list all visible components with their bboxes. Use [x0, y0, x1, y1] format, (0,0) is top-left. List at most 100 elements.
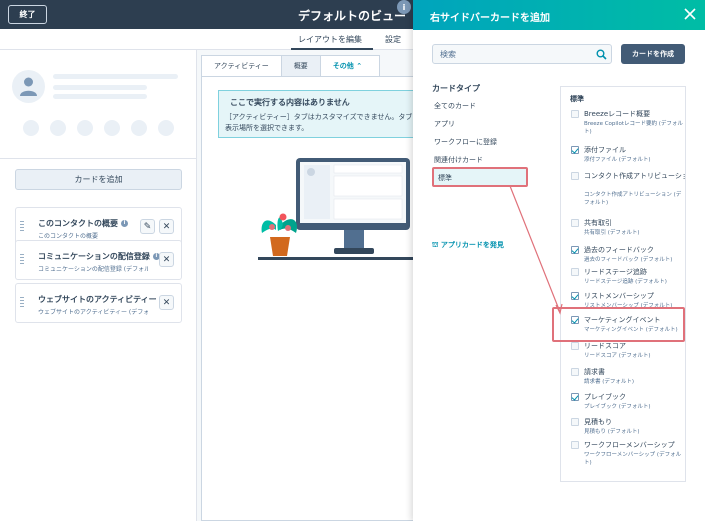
placeholder-action-icon	[131, 120, 147, 136]
category-heading: カードタイプ	[432, 84, 480, 93]
item-checkbox[interactable]	[571, 292, 579, 300]
placeholder-action-icon	[50, 120, 66, 136]
item-checkbox[interactable]	[571, 441, 579, 449]
info-icon: i	[121, 220, 128, 227]
item-name: ワークフローメンバーシップ	[584, 441, 675, 449]
category-association[interactable]: 関連付けカード	[434, 155, 483, 165]
item-description: 過去のフィードバック (デフォルト)	[584, 257, 673, 263]
item-description: リードステージ追跡 (デフォルト)	[584, 279, 667, 285]
tab-more[interactable]: その他 ⌃	[319, 55, 380, 77]
card-subtitle: このコンタクトの概要	[38, 233, 99, 240]
card-subtitle: ウェブサイトのアクティビティー (デフォ...	[38, 309, 148, 316]
item-name: 過去のフィードバック	[584, 246, 654, 254]
placeholder-action-icon	[77, 120, 93, 136]
card-list: 標準 Breezeレコード概要 Breeze Copilotレコード要約 (デフォ…	[560, 86, 686, 482]
view-title: デフォルトのビュー	[298, 9, 407, 23]
edit-icon[interactable]: ✎	[140, 219, 155, 234]
placeholder-line	[53, 85, 147, 90]
item-description: 請求書 (デフォルト)	[584, 379, 635, 385]
drag-handle-icon[interactable]	[20, 297, 24, 309]
item-description: リードスコア (デフォルト)	[584, 353, 651, 359]
placeholder-action-icon	[158, 120, 174, 136]
center-column: アクティビティー 概要 その他 ⌃ ここで実行する内容はありません ［アクティビ…	[197, 50, 419, 521]
create-card-button[interactable]: カードを作成	[621, 44, 685, 64]
card-title: ウェブサイトのアクティビティーi	[38, 294, 167, 305]
item-checkbox[interactable]	[571, 342, 579, 350]
item-checkbox[interactable]	[571, 393, 579, 401]
item-name: Breezeレコード概要	[584, 110, 651, 118]
item-checkbox[interactable]	[571, 146, 579, 154]
chevron-down-icon: ⌃	[356, 62, 363, 70]
card-title: コミュニケーションの配信登録 i	[38, 251, 160, 262]
tab-overview[interactable]: 概要	[280, 55, 321, 77]
notice-body: ［アクティビティー］タブはカスタマイズできません。タブを	[225, 113, 420, 121]
remove-icon[interactable]: ✕	[159, 295, 174, 310]
search-input[interactable]	[433, 45, 583, 63]
info-avatar-icon[interactable]: i	[397, 0, 411, 14]
placeholder-line	[53, 94, 147, 99]
category-standard-label: 標準	[438, 174, 452, 182]
discover-app-cards-label: アプリカードを発見	[440, 241, 504, 249]
tab-panel: ここで実行する内容はありません ［アクティビティー］タブはカスタマイズできません…	[201, 76, 419, 521]
notice-title: ここで実行する内容はありません	[230, 98, 350, 107]
category-standard[interactable]: 標準	[432, 167, 528, 187]
item-name: リードスコア	[584, 342, 626, 350]
item-name: リストメンバーシップ	[584, 292, 654, 300]
divider	[0, 158, 197, 159]
item-description: 添付ファイル (デフォルト)	[584, 157, 651, 163]
drag-handle-icon[interactable]	[20, 221, 24, 233]
item-checkbox[interactable]	[571, 418, 579, 426]
placeholder-action-icon	[23, 120, 39, 136]
tab-settings[interactable]: 設定	[385, 34, 401, 45]
search-icon[interactable]	[596, 49, 607, 60]
record-tabs: アクティビティー 概要 その他 ⌃	[201, 55, 380, 77]
card-title: このコンタクトの概要 i	[38, 218, 128, 229]
panel-header: 右サイドバーカードを追加	[413, 0, 705, 30]
person-icon	[20, 77, 37, 96]
remove-icon[interactable]: ✕	[159, 219, 174, 234]
exit-button[interactable]: 終了	[8, 5, 47, 24]
item-name: 請求書	[584, 368, 605, 376]
sidebar-card[interactable]: コミュニケーションの配信登録 i コミュニケーションの配信登録 (デフォル... …	[15, 240, 182, 280]
info-notice: ここで実行する内容はありません ［アクティビティー］タブはカスタマイズできません…	[218, 90, 419, 138]
discover-app-cards-link[interactable]: ⛫ アプリカードを発見	[432, 240, 504, 250]
monitor-plant-illustration	[258, 158, 413, 260]
item-checkbox[interactable]	[571, 368, 579, 376]
sidebar-card[interactable]: ウェブサイトのアクティビティーi ウェブサイトのアクティビティー (デフォ...…	[15, 283, 182, 323]
item-checkbox[interactable]	[571, 246, 579, 254]
add-card-button[interactable]: カードを追加	[15, 169, 182, 190]
search-field	[432, 44, 612, 64]
item-description: コンタクト作成アトリビューション (デフォルト)	[584, 192, 682, 206]
item-name: リードステージ追跡	[584, 268, 647, 276]
add-card-panel: 右サイドバーカードを追加 カードを作成 カードタイプ 全てのカード アプリ ワー…	[413, 0, 705, 521]
item-name: プレイブック	[584, 393, 626, 401]
tab-activity[interactable]: アクティビティー	[201, 55, 282, 77]
item-description: 見積もり (デフォルト)	[584, 429, 640, 435]
item-name: 添付ファイル	[584, 146, 626, 154]
placeholder-name	[53, 74, 178, 79]
store-icon: ⛫	[432, 241, 439, 249]
item-checkbox[interactable]	[571, 172, 579, 180]
remove-icon[interactable]: ✕	[159, 252, 174, 267]
category-workflow[interactable]: ワークフローに登録	[434, 137, 497, 147]
category-all[interactable]: 全てのカード	[434, 101, 476, 111]
close-icon[interactable]	[683, 7, 697, 21]
card-subtitle: コミュニケーションの配信登録 (デフォル...	[38, 266, 148, 273]
tab-edit-layout[interactable]: レイアウトを編集	[298, 34, 362, 45]
panel-title: 右サイドバーカードを追加	[430, 13, 550, 24]
item-checkbox[interactable]	[571, 110, 579, 118]
category-apps[interactable]: アプリ	[434, 119, 455, 129]
drag-handle-icon[interactable]	[20, 254, 24, 266]
item-description: Breeze Copilotレコード要約 (デフォルト)	[584, 121, 683, 135]
item-description: プレイブック (デフォルト)	[584, 404, 651, 410]
tab-more-label: その他	[332, 62, 354, 70]
item-checkbox[interactable]	[571, 268, 579, 276]
item-name: 共有取引	[584, 219, 612, 227]
notice-body: 表示場所を選択できます。	[225, 124, 309, 132]
item-description: 共有取引 (デフォルト)	[584, 230, 640, 236]
item-name: 見積もり	[584, 418, 612, 426]
avatar	[12, 70, 45, 103]
item-description: ワークフローメンバーシップ (デフォルト)	[584, 452, 682, 466]
item-checkbox[interactable]	[571, 219, 579, 227]
placeholder-action-icon	[104, 120, 120, 136]
